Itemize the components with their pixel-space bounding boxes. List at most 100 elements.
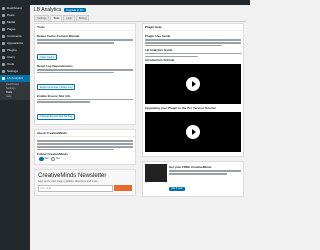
video-title: Upgrading your Plugin to the Pro Version… xyxy=(145,106,216,111)
panel-title: Tools xyxy=(35,24,135,31)
tools-icon xyxy=(2,63,5,66)
text-line xyxy=(37,148,114,151)
follow-toggle: Yes No xyxy=(37,156,133,162)
sidebar-item-label: Users xyxy=(7,56,15,59)
radio-yes-label: Yes xyxy=(44,157,49,161)
text-line xyxy=(37,143,133,145)
sidebar-item-users[interactable]: Users xyxy=(0,54,30,61)
upgrade-button[interactable]: Upgrade to Pro xyxy=(64,8,86,12)
tab-settings[interactable]: Settings xyxy=(34,15,50,21)
sidebar-item-label: Posts xyxy=(7,14,15,17)
clear-cache-button[interactable]: Clear Cache xyxy=(37,54,58,61)
media-icon xyxy=(2,21,5,24)
sidebar-item-tools[interactable]: Tools xyxy=(0,61,30,68)
text-line xyxy=(145,52,241,55)
text-line xyxy=(145,41,241,44)
tab-tools[interactable]: Tools xyxy=(50,15,63,21)
play-icon[interactable] xyxy=(186,125,200,140)
right-column: Plugin Help Plugin Live Guide LB Analyti… xyxy=(142,23,244,201)
sidebar-item-settings[interactable]: Settings xyxy=(0,68,30,75)
text-line xyxy=(37,98,133,101)
comments-icon xyxy=(2,35,5,38)
newsletter-submit-button[interactable] xyxy=(114,185,132,191)
text-line xyxy=(145,55,198,58)
sidebar-item-label: Media xyxy=(7,21,16,24)
sidebar-item-label: Tools xyxy=(7,63,15,66)
newsletter-panel: CreativeMinds Newsletter Sign up for new… xyxy=(34,169,136,197)
sidebar-item-label: Appearance xyxy=(7,42,24,45)
text-line xyxy=(37,41,114,44)
text-line xyxy=(37,140,133,143)
appearance-icon xyxy=(2,42,5,45)
posts-icon xyxy=(2,14,5,17)
section-title: Delete Cache Content Manual xyxy=(37,34,80,38)
text-line xyxy=(145,39,241,41)
dashboard-icon xyxy=(2,7,5,10)
sidebar-item-appearance[interactable]: Appearance xyxy=(0,40,30,47)
page-title: LB Analytics xyxy=(34,7,62,13)
sidebar-item-dashboard[interactable]: Dashboard xyxy=(0,5,30,12)
section-title: LB Analytics Guide xyxy=(145,47,173,52)
sidebar-item-comments[interactable]: Comments xyxy=(0,33,30,40)
submenu-item-help[interactable]: Help xyxy=(0,95,30,99)
page-header: LB Analytics Upgrade to Pro xyxy=(34,7,246,13)
video-title: Introduction Tutorial xyxy=(145,58,175,63)
plugins-icon xyxy=(2,49,5,52)
reset-log-button[interactable]: Export Licenses / Reset Log xyxy=(37,84,76,90)
panel-title: Plugin Help xyxy=(143,24,243,31)
left-column: Tools Delete Cache Content Manual Clear … xyxy=(34,23,136,200)
video-player[interactable] xyxy=(145,64,241,105)
sidebar-item-lb-analytics[interactable]: LB Analytics xyxy=(0,75,30,82)
play-icon[interactable] xyxy=(186,77,200,92)
text-line xyxy=(169,173,227,175)
admin-sidebar: Dashboard Posts Media Pages Comments App… xyxy=(0,5,30,250)
section-title: Follow CreativeMinds xyxy=(37,151,68,156)
sidebar-item-label: Comments xyxy=(7,35,22,38)
pages-icon xyxy=(2,28,5,31)
sidebar-item-label: Dashboard xyxy=(7,7,22,10)
radio-no[interactable] xyxy=(50,156,56,162)
text-line xyxy=(37,146,133,148)
sidebar-item-pages[interactable]: Pages xyxy=(0,26,30,33)
promo-panel: Get your FREE CreativeMinds Get it now xyxy=(142,161,244,198)
text-line xyxy=(37,71,114,74)
newsletter-email-input[interactable]: Your email xyxy=(38,185,113,193)
help-panel: Plugin Help Plugin Live Guide LB Analyti… xyxy=(142,23,244,158)
about-panel: About CreativeMinds Follow CreativeMinds… xyxy=(34,129,136,166)
section-title: Plugin Live Guide xyxy=(145,34,171,38)
sidebar-item-label: LB Analytics xyxy=(7,77,24,80)
sidebar-item-label: Pages xyxy=(7,28,16,31)
sidebar-item-plugins[interactable]: Plugins xyxy=(0,47,30,54)
sidebar-item-label: Settings xyxy=(7,70,18,73)
sidebar-item-posts[interactable]: Posts xyxy=(0,12,30,19)
analytics-icon xyxy=(2,77,5,80)
tab-help[interactable]: Help xyxy=(63,15,75,21)
settings-icon xyxy=(2,70,5,73)
tab-debug[interactable]: Debug xyxy=(75,15,90,21)
tools-panel: Tools Delete Cache Content Manual Clear … xyxy=(34,23,136,126)
promo-button[interactable]: Get it now xyxy=(169,186,185,191)
newsletter-form: Your email xyxy=(38,185,132,193)
text-line xyxy=(37,101,90,104)
text-line xyxy=(37,39,133,41)
users-icon xyxy=(2,56,5,59)
main-content: LB Analytics Upgrade to Pro Settings Too… xyxy=(34,7,246,198)
admin-bar xyxy=(0,0,250,5)
change-setting-button[interactable]: Change Ensure Site Setting xyxy=(37,113,76,120)
newsletter-title: CreativeMinds Newsletter xyxy=(38,173,107,180)
text-line xyxy=(145,44,222,47)
promo-title: Get your FREE CreativeMinds xyxy=(169,165,212,170)
sidebar-item-media[interactable]: Media xyxy=(0,19,30,26)
video-player[interactable] xyxy=(145,112,241,153)
sidebar-item-label: Plugins xyxy=(7,49,17,52)
promo-image xyxy=(145,164,167,183)
radio-no-label: No xyxy=(56,157,60,161)
radio-yes[interactable] xyxy=(39,156,44,162)
section-title: Enable Ensure Site Info xyxy=(37,93,71,98)
text-line xyxy=(169,170,241,173)
text-line xyxy=(37,68,133,71)
newsletter-subtitle: Sign up for new plugin updates, discount… xyxy=(38,180,98,184)
section-title: Reset Log Dependencies xyxy=(37,63,73,68)
tab-bar: Settings Tools Help Debug xyxy=(34,15,246,22)
panel-title: About CreativeMinds xyxy=(35,130,135,138)
